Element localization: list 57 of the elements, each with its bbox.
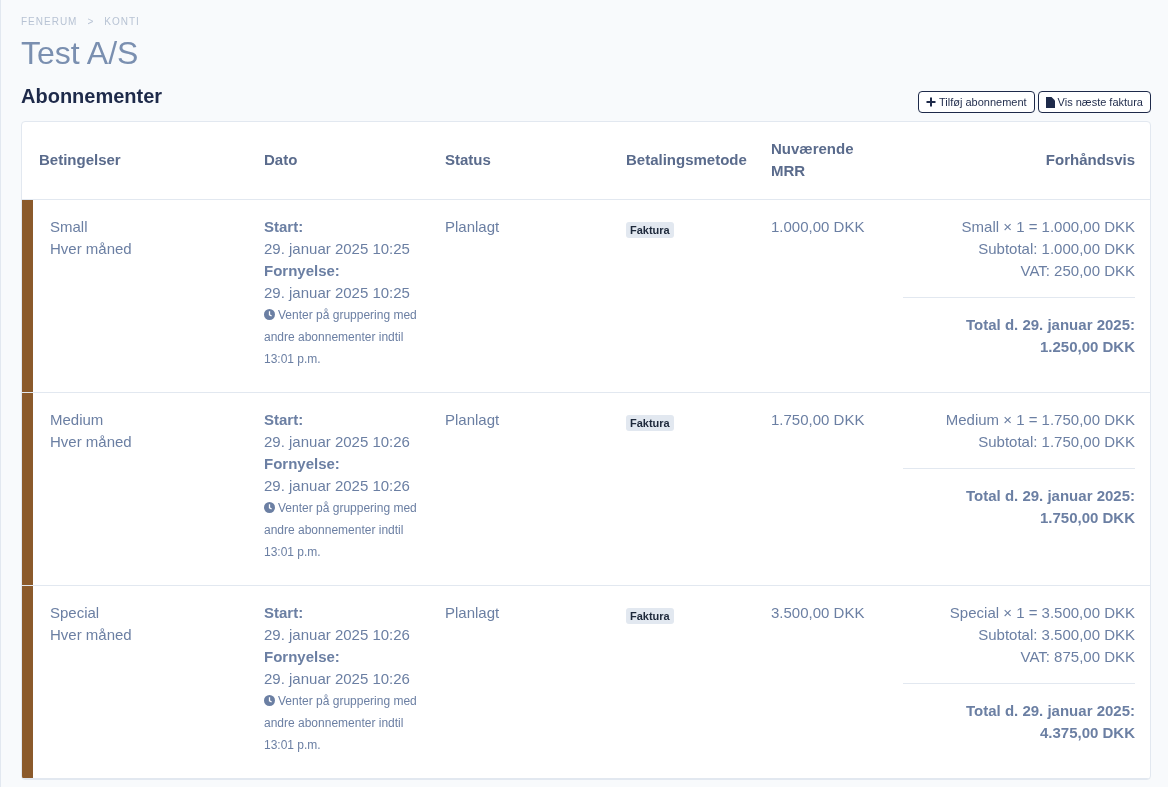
grouping-note: Venter på gruppering med andre abonnementer indtil 13:01 p.m.	[264, 499, 418, 561]
grouping-note: Venter på gruppering med andre abonnementer indtil 13:01 p.m.	[264, 306, 418, 368]
start-label: Start:	[264, 409, 305, 430]
preview-line: Subtotal: 3.500,00 DKK	[977, 624, 1135, 645]
renewal-label: Fornyelse:	[264, 453, 341, 474]
document-icon	[1045, 96, 1055, 108]
clock-icon	[264, 308, 275, 320]
preview-line: Medium × 1 = 1.750,00 DKK	[944, 409, 1135, 430]
preview-line: Special × 1 = 3.500,00 DKK	[948, 602, 1135, 623]
preview-total: Total d. 29. januar 2025: 4.375,00 DKK	[965, 700, 1135, 743]
start-date: 29. januar 2025 10:26	[264, 624, 411, 645]
plan-name: Medium	[50, 409, 105, 430]
plan-name: Small	[50, 216, 89, 237]
preview-total: Total d. 29. januar 2025: 1.250,00 DKK	[965, 314, 1135, 357]
renewal-label: Fornyelse:	[264, 260, 341, 281]
status-text: Planlagt	[445, 410, 500, 428]
renewal-date: 29. januar 2025 10:26	[264, 475, 411, 496]
billing-interval: Hver måned	[50, 238, 133, 259]
column-header: Forhåndsvis	[886, 122, 1150, 199]
section-heading: Abonnementer	[21, 84, 163, 109]
preview-line: Subtotal: 1.000,00 DKK	[977, 238, 1135, 259]
renewal-date: 29. januar 2025 10:26	[264, 668, 411, 689]
grouping-note: Venter på gruppering med andre abonnementer indtil 13:01 p.m.	[264, 692, 418, 754]
start-date: 29. januar 2025 10:25	[264, 238, 411, 259]
plus-icon	[925, 97, 936, 107]
column-header: Betalingsmetode	[609, 122, 754, 199]
toolbar-button[interactable]: Tilføj abonnement	[917, 91, 1035, 113]
start-date: 29. januar 2025 10:26	[264, 431, 411, 452]
start-label: Start:	[264, 602, 305, 623]
mrr-amount: 3.500,00 DKK	[771, 603, 865, 621]
preview-line: VAT: 250,00 DKK	[1019, 260, 1135, 281]
preview-line: Subtotal: 1.750,00 DKK	[977, 431, 1135, 452]
plan-name: Special	[50, 602, 101, 623]
toolbar-button[interactable]: Vis næste faktura	[1037, 91, 1151, 113]
status-text: Planlagt	[445, 603, 500, 621]
billing-interval: Hver måned	[50, 431, 133, 452]
preview-line: Small × 1 = 1.000,00 DKK	[960, 216, 1135, 237]
start-label: Start:	[264, 216, 305, 237]
clock-icon	[264, 694, 275, 706]
status-text: Planlagt	[445, 217, 500, 235]
payment-badge: Faktura	[626, 221, 674, 238]
preview-total: Total d. 29. januar 2025: 1.750,00 DKK	[965, 485, 1135, 528]
renewal-date: 29. januar 2025 10:25	[264, 282, 411, 303]
column-header: Nuværende MRR	[754, 122, 886, 199]
billing-interval: Hver måned	[50, 624, 133, 645]
payment-badge: Faktura	[626, 607, 674, 624]
page-title: Test A/S	[21, 34, 140, 73]
column-header: Betingelser	[22, 122, 247, 199]
column-header: Status	[428, 122, 609, 199]
clock-icon	[264, 501, 275, 513]
mrr-amount: 1.750,00 DKK	[771, 410, 865, 428]
preview-line: VAT: 875,00 DKK	[1019, 646, 1135, 667]
mrr-amount: 1.000,00 DKK	[771, 217, 865, 235]
payment-badge: Faktura	[626, 414, 674, 431]
column-header: Dato	[247, 122, 428, 199]
renewal-label: Fornyelse:	[264, 646, 341, 667]
breadcrumb-separator: >	[87, 15, 95, 29]
